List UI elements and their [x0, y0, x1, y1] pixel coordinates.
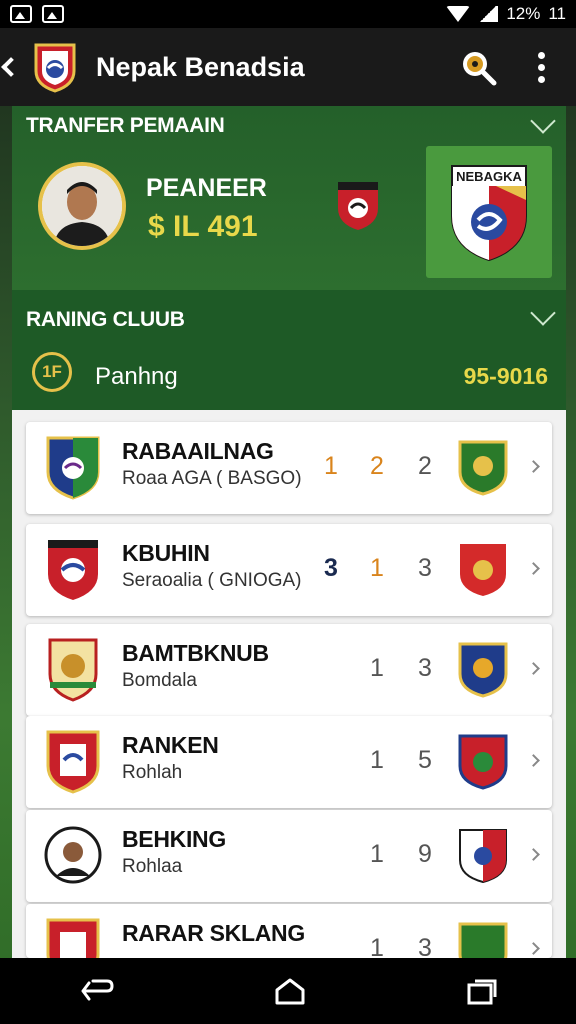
club-sub: Rohlaa: [122, 856, 183, 877]
club-row[interactable]: BAMTBKNUB Bomdala 1 3: [26, 624, 552, 716]
chevron-right-icon[interactable]: [527, 460, 540, 473]
score-3: 3: [418, 934, 432, 958]
battery-percent: 12%: [506, 4, 541, 23]
club-row[interactable]: KBUHIN Seraoalia ( GNIOGA) 3 1 3: [26, 524, 552, 616]
club-name: BAMTBKNUB: [122, 640, 269, 666]
club-crest-icon: NEBAGKA: [451, 165, 527, 262]
club-name: RANKEN: [122, 732, 219, 758]
chevron-down-icon[interactable]: [530, 300, 556, 326]
club-row[interactable]: RARAR SKLANG 1 3: [26, 904, 552, 958]
signal-icon: [478, 6, 499, 22]
selected-club-box[interactable]: NEBAGKA: [426, 146, 552, 278]
score-1: 1: [324, 452, 338, 480]
search-icon[interactable]: [458, 47, 498, 87]
transfer-title: TRANFER PEMAAIN: [26, 114, 225, 137]
nav-home-icon[interactable]: [273, 976, 307, 1006]
club-name: RARAR SKLANG: [122, 920, 305, 946]
clock: 11: [548, 4, 566, 23]
opponent-crest-icon: [458, 642, 508, 698]
club-sub: Bomdala: [122, 670, 197, 691]
club-row[interactable]: RABAAILNAG Roaa AGA ( BASGO) 1 2 2: [26, 422, 552, 514]
score-2: 1: [370, 934, 384, 958]
score-2: 1: [370, 554, 384, 582]
nav-back-icon[interactable]: [79, 977, 115, 1005]
club-row[interactable]: BEHKING Rohlaa 1 9: [26, 810, 552, 902]
score-3: 9: [418, 840, 432, 868]
transfer-panel: TRANFER PEMAAIN PEANEER $ IL 491 NEBAGKA: [12, 106, 566, 290]
club-sub: Rohlah: [122, 762, 183, 783]
chevron-right-icon[interactable]: [527, 662, 540, 675]
ranking-value: 95-9016: [463, 363, 548, 389]
opponent-crest-icon: [459, 829, 507, 884]
player-name: PEANEER: [146, 174, 267, 202]
score-2: 2: [370, 452, 384, 480]
club-crest-icon: [46, 918, 100, 958]
ranking-title: RANING CLUUB: [26, 308, 185, 331]
system-nav-bar: [0, 958, 576, 1024]
ranking-icon: 1F: [32, 352, 72, 392]
big-crest-text: NEBAGKA: [456, 169, 522, 184]
opponent-crest-icon: [458, 734, 508, 790]
opponent-crest-icon: [458, 440, 508, 496]
score-3: 2: [418, 452, 432, 480]
chevron-right-icon[interactable]: [527, 942, 540, 955]
nav-recents-icon[interactable]: [465, 977, 497, 1005]
image-icon: [10, 5, 32, 23]
player-price: $ IL 491: [148, 210, 258, 243]
club-crest-icon: [46, 436, 100, 500]
score-3: 3: [418, 554, 432, 582]
score-3: 5: [418, 746, 432, 774]
score-2: 1: [370, 654, 384, 682]
app-logo: [34, 43, 76, 93]
club-crest-icon: [338, 182, 378, 230]
club-name: KBUHIN: [122, 540, 210, 566]
opponent-crest-icon: [458, 922, 508, 958]
score-2: 1: [370, 840, 384, 868]
more-icon[interactable]: [526, 51, 556, 83]
club-row[interactable]: RANKEN Rohlah 1 5: [26, 716, 552, 808]
club-crest-icon: [48, 638, 98, 702]
club-name: BEHKING: [122, 826, 226, 852]
wifi-icon: [446, 6, 471, 22]
back-icon[interactable]: [1, 57, 21, 77]
opponent-crest-icon: [460, 544, 506, 596]
club-crest-icon: [46, 730, 100, 794]
chevron-right-icon[interactable]: [527, 754, 540, 767]
app-title: Nepak Benadsia: [96, 51, 305, 82]
ranking-panel: RANING CLUUB 1F Panhng 95-9016: [12, 290, 566, 410]
status-bar: 12% 11: [0, 0, 576, 28]
score-1: 3: [324, 554, 338, 582]
score-2: 1: [370, 746, 384, 774]
club-sub: Roaa AGA ( BASGO): [122, 468, 302, 489]
club-sub: Seraoalia ( GNIOGA): [122, 570, 302, 591]
score-3: 3: [418, 654, 432, 682]
image-icon: [42, 5, 64, 23]
chevron-down-icon[interactable]: [530, 108, 556, 134]
player-avatar: [44, 826, 102, 884]
chevron-right-icon[interactable]: [527, 562, 540, 575]
chevron-right-icon[interactable]: [527, 848, 540, 861]
club-name: RABAAILNAG: [122, 438, 274, 464]
app-bar: Nepak Benadsia: [0, 28, 576, 106]
player-avatar[interactable]: [38, 162, 126, 250]
club-crest-icon: [48, 540, 98, 600]
ranking-label: Panhng: [95, 363, 178, 390]
